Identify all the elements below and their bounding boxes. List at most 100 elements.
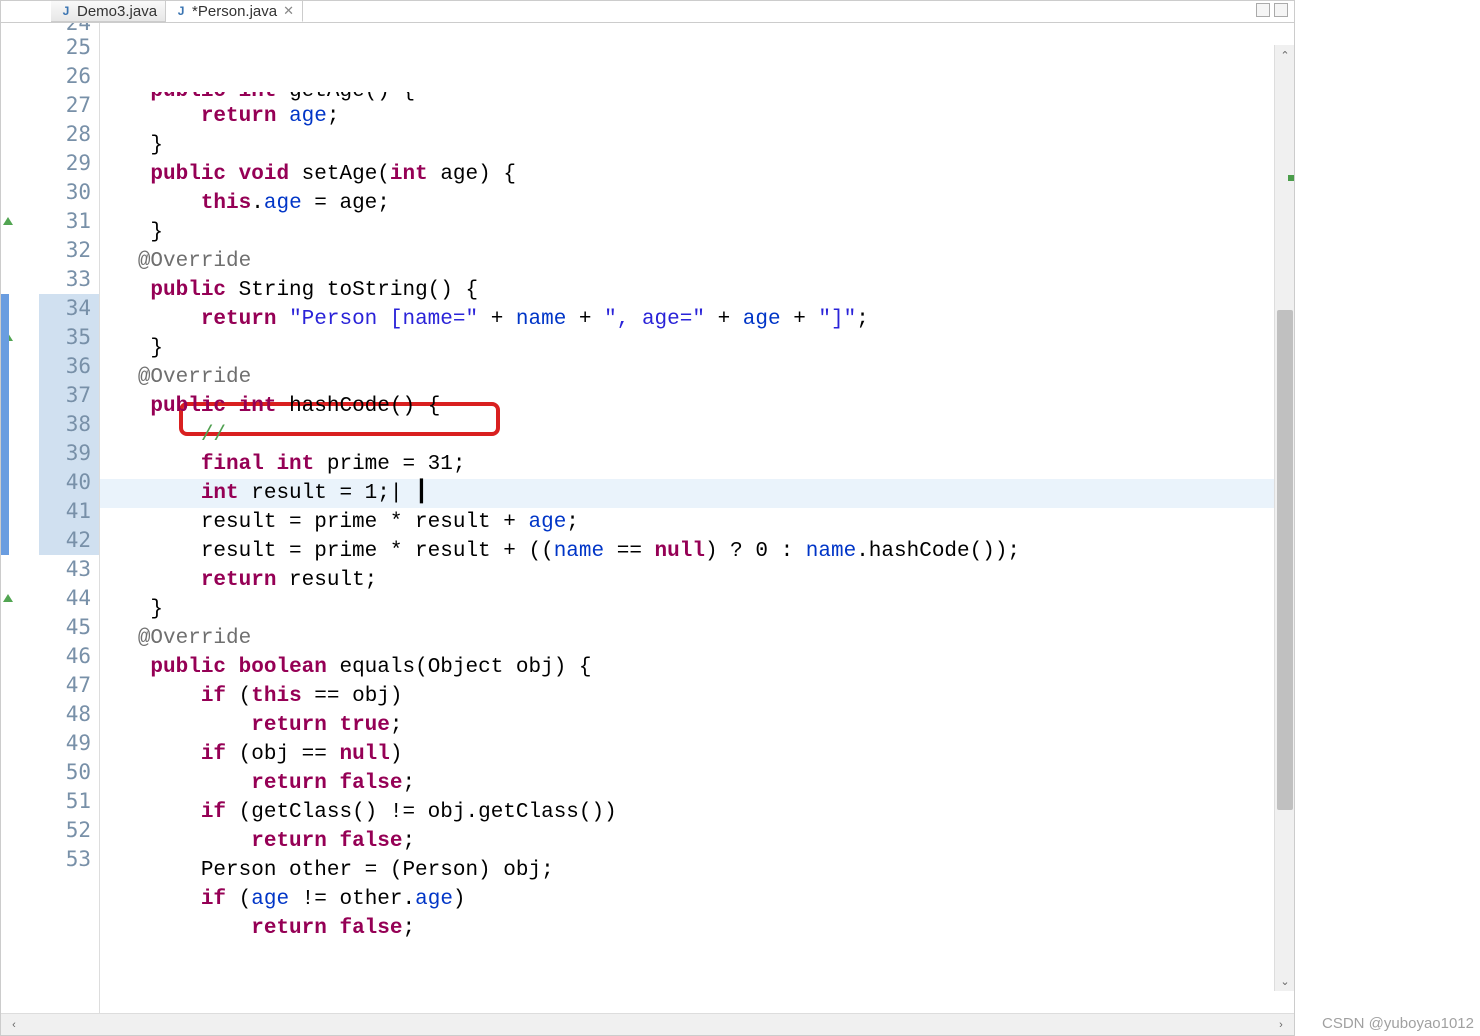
marker-cell: [1, 816, 39, 845]
code-line[interactable]: public int getAge() {: [100, 92, 1294, 102]
code-line[interactable]: if (age != other.age): [100, 885, 1294, 914]
watermark: CSDN @yuboyao1012: [1322, 1015, 1474, 1032]
override-marker-icon[interactable]: [3, 217, 13, 225]
marker-cell: [1, 23, 39, 33]
code-line[interactable]: return true;: [100, 711, 1294, 740]
line-number: 35: [39, 323, 99, 352]
code-line[interactable]: return age;: [100, 102, 1294, 131]
marker-cell: [1, 671, 39, 700]
line-number: 49: [39, 729, 99, 758]
override-marker-icon[interactable]: [3, 594, 13, 602]
tab-spacer: [1, 1, 51, 22]
code-line[interactable]: public String toString() {: [100, 276, 1294, 305]
code-line[interactable]: if (obj == null): [100, 740, 1294, 769]
close-icon[interactable]: ✕: [283, 3, 294, 19]
marker-cell: [1, 642, 39, 671]
marker-cell: [1, 178, 39, 207]
line-number: 32: [39, 236, 99, 265]
marker-cell: [1, 149, 39, 178]
marker-cell: [1, 120, 39, 149]
scroll-right-button[interactable]: ›: [1272, 1016, 1290, 1034]
code-line[interactable]: result = prime * result + ((name == null…: [100, 537, 1294, 566]
code-line[interactable]: return false;: [100, 769, 1294, 798]
line-number: 38: [39, 410, 99, 439]
code-line[interactable]: if (getClass() != obj.getClass()): [100, 798, 1294, 827]
code-line[interactable]: @Override: [100, 247, 1294, 276]
maximize-button[interactable]: [1274, 3, 1288, 17]
vertical-scrollbar[interactable]: ⌃ ⌄: [1274, 45, 1294, 991]
marker-cell: [1, 729, 39, 758]
code-line[interactable]: int result = 1;| ┃: [100, 479, 1294, 508]
line-number: 41: [39, 497, 99, 526]
scrollbar-thumb[interactable]: [1277, 310, 1293, 810]
code-line[interactable]: }: [100, 131, 1294, 160]
marker-cell: [1, 265, 39, 294]
overview-mark: [1288, 175, 1294, 181]
line-number: 43: [39, 555, 99, 584]
scroll-left-button[interactable]: ‹: [5, 1016, 23, 1034]
code-line[interactable]: Person other = (Person) obj;: [100, 856, 1294, 885]
line-number: 36: [39, 352, 99, 381]
line-number: 25: [39, 33, 99, 62]
code-line[interactable]: this.age = age;: [100, 189, 1294, 218]
gutter: 2425262728293031323334353637383940414243…: [1, 23, 100, 1013]
marker-cell: [1, 758, 39, 787]
scroll-up-button[interactable]: ⌃: [1275, 45, 1294, 65]
editor-body: 2425262728293031323334353637383940414243…: [1, 23, 1294, 1013]
tab-person[interactable]: J *Person.java ✕: [166, 1, 303, 22]
line-number: 34: [39, 294, 99, 323]
minimize-button[interactable]: [1256, 3, 1270, 17]
line-number: 28: [39, 120, 99, 149]
line-number: 33: [39, 265, 99, 294]
code-line[interactable]: result = prime * result + age;: [100, 508, 1294, 537]
line-number: 53: [39, 845, 99, 874]
marker-cell: [1, 787, 39, 816]
tab-demo3[interactable]: J Demo3.java: [51, 1, 166, 22]
code-line[interactable]: //: [100, 421, 1294, 450]
marker-cell: [1, 613, 39, 642]
line-number: 39: [39, 439, 99, 468]
tab-label: *Person.java: [192, 3, 277, 20]
line-number: 30: [39, 178, 99, 207]
marker-strip: [1, 23, 39, 1013]
line-number: 44: [39, 584, 99, 613]
line-number: 40: [39, 468, 99, 497]
code-line[interactable]: @Override: [100, 363, 1294, 392]
marker-cell: [1, 62, 39, 91]
horizontal-scrollbar[interactable]: ‹ ›: [1, 1013, 1294, 1035]
code-line[interactable]: public boolean equals(Object obj) {: [100, 653, 1294, 682]
tab-label: Demo3.java: [77, 3, 157, 20]
marker-cell: [1, 700, 39, 729]
code-line[interactable]: return false;: [100, 914, 1294, 943]
marker-cell: [1, 91, 39, 120]
line-numbers: 2425262728293031323334353637383940414243…: [39, 23, 99, 1013]
line-number: 26: [39, 62, 99, 91]
marker-cell: [1, 584, 39, 613]
java-file-icon: J: [59, 4, 73, 18]
line-number: 45: [39, 613, 99, 642]
code-line[interactable]: }: [100, 218, 1294, 247]
line-number: 51: [39, 787, 99, 816]
code-line[interactable]: }: [100, 334, 1294, 363]
code-line[interactable]: }: [100, 595, 1294, 624]
code-area[interactable]: public int getAge() { return age; } publ…: [100, 23, 1294, 1013]
code-line[interactable]: final int prime = 31;: [100, 450, 1294, 479]
scroll-down-button[interactable]: ⌄: [1275, 971, 1294, 991]
code-line[interactable]: public int hashCode() {: [100, 392, 1294, 421]
code-line[interactable]: @Override: [100, 624, 1294, 653]
line-number: 42: [39, 526, 99, 555]
editor-container: J Demo3.java J *Person.java ✕ 2425262728…: [0, 0, 1295, 1036]
marker-cell: [1, 555, 39, 584]
code-line[interactable]: if (this == obj): [100, 682, 1294, 711]
code-line[interactable]: return "Person [name=" + name + ", age="…: [100, 305, 1294, 334]
marker-cell: [1, 236, 39, 265]
tab-controls: [1250, 1, 1294, 19]
marker-cell: [1, 33, 39, 62]
marker-cell: [1, 845, 39, 874]
code-line[interactable]: return result;: [100, 566, 1294, 595]
change-marker: [1, 294, 9, 555]
line-number: 29: [39, 149, 99, 178]
code-line[interactable]: return false;: [100, 827, 1294, 856]
marker-cell: [1, 207, 39, 236]
code-line[interactable]: public void setAge(int age) {: [100, 160, 1294, 189]
